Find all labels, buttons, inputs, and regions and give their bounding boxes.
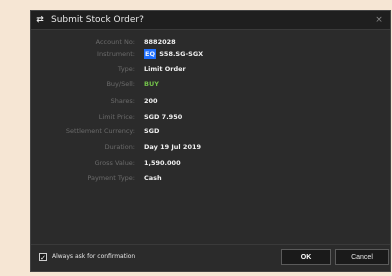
dialog-title: Submit Stock Order? [51, 15, 144, 25]
label-duration: Duration: [104, 143, 135, 151]
row-payment-type: Payment Type: Cash [31, 172, 390, 184]
row-buy-sell: Buy/Sell: BUY [31, 78, 390, 90]
label-type: Type: [117, 65, 135, 73]
value-instrument: S58.SG-SGX [159, 50, 204, 58]
always-confirm-checkbox[interactable]: ✓ [39, 253, 47, 262]
value-buy-sell: BUY [144, 80, 159, 88]
value-payment-type: Cash [144, 174, 162, 182]
currency-exchange-icon: ⇄ [36, 15, 44, 25]
label-payment-type: Payment Type: [87, 174, 135, 182]
row-limit-price: Limit Price: SGD 7.950 [31, 111, 390, 123]
submit-order-dialog: ⇄ Submit Stock Order? × Account No: 8882… [30, 10, 391, 272]
row-shares: Shares: 200 [31, 95, 390, 107]
value-duration: Day 19 Jul 2019 [144, 143, 202, 151]
close-icon[interactable]: × [372, 13, 386, 27]
value-account-no: 8882028 [144, 38, 176, 46]
value-shares: 200 [144, 97, 158, 105]
value-instrument-wrap: EQ S58.SG-SGX [144, 48, 203, 60]
row-duration: Duration: Day 19 Jul 2019 [31, 141, 390, 153]
row-account-no: Account No: 8882028 [31, 36, 390, 48]
row-settlement-currency: Settlement Currency: SGD [31, 125, 390, 137]
ok-button[interactable]: OK [281, 249, 331, 265]
instrument-type-tag: EQ [144, 49, 156, 59]
value-limit-price: SGD 7.950 [144, 113, 183, 121]
dialog-footer: ✓ Always ask for confirmation OK Cancel [31, 244, 390, 271]
cancel-button[interactable]: Cancel [335, 249, 389, 265]
value-type: Limit Order [144, 65, 186, 73]
value-gross-value: 1,590.000 [144, 159, 181, 167]
value-settlement-currency: SGD [144, 127, 160, 135]
label-shares: Shares: [110, 97, 135, 105]
title-bar: ⇄ Submit Stock Order? × [31, 11, 390, 30]
label-account-no: Account No: [95, 38, 135, 46]
always-confirm-label: Always ask for confirmation [52, 253, 136, 260]
label-limit-price: Limit Price: [98, 113, 135, 121]
row-instrument: Instrument: EQ S58.SG-SGX [31, 48, 390, 60]
label-gross-value: Gross Value: [94, 159, 135, 167]
row-type: Type: Limit Order [31, 63, 390, 75]
label-instrument: Instrument: [97, 50, 135, 58]
label-buy-sell: Buy/Sell: [106, 80, 135, 88]
row-gross-value: Gross Value: 1,590.000 [31, 157, 390, 169]
label-settlement-currency: Settlement Currency: [65, 127, 135, 135]
